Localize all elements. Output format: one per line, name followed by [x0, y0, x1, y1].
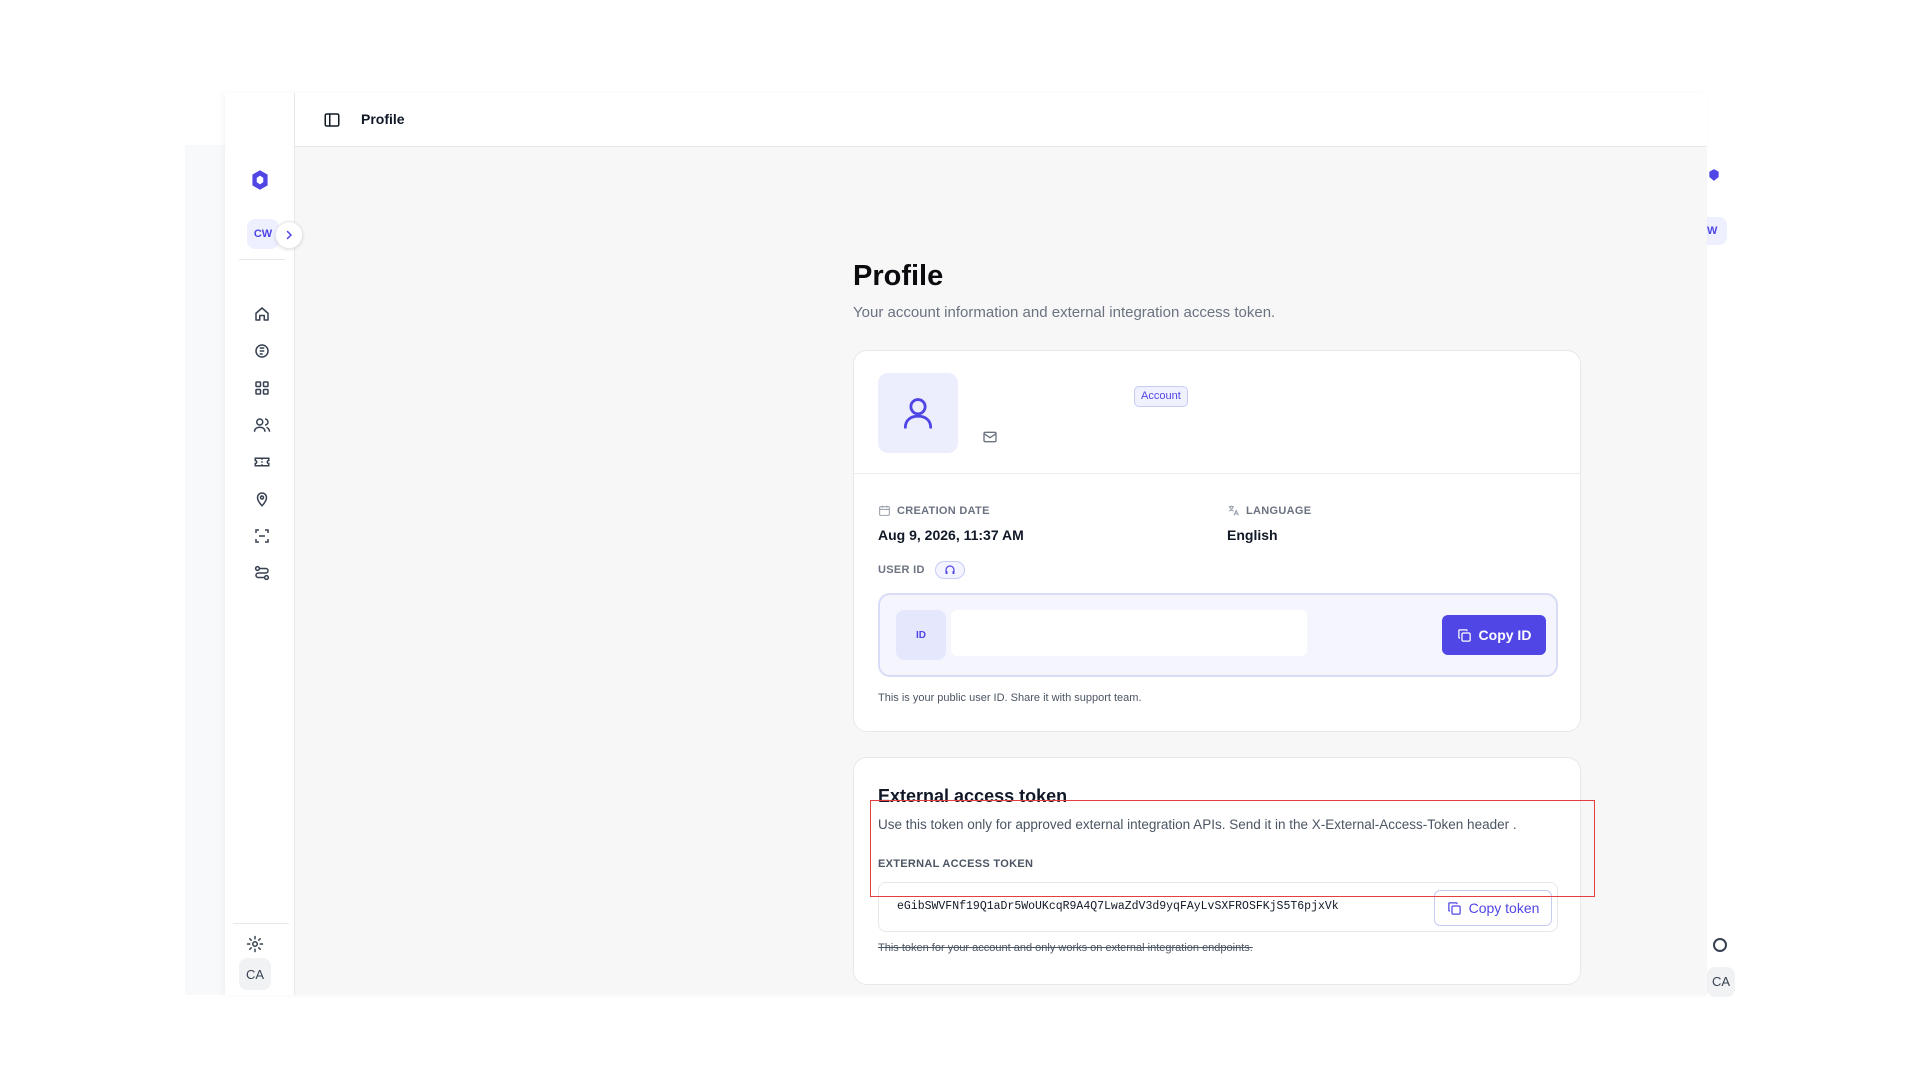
- creation-date-label: CREATION DATE: [878, 504, 990, 517]
- creation-date-label-text: CREATION DATE: [897, 504, 990, 517]
- creation-date-value: Aug 9, 2026, 11:37 AM: [878, 527, 1024, 543]
- avatar: [878, 373, 958, 453]
- dashboard-icon[interactable]: [253, 379, 271, 397]
- user-id-hint: This is your public user ID. Share it wi…: [878, 692, 1142, 704]
- token-value[interactable]: eGibSWVFNf19Q1aDr5WoUKcqR9A4Q7LwaZdV3d9y…: [897, 900, 1339, 913]
- documents-icon[interactable]: [253, 342, 271, 360]
- language-value: English: [1227, 527, 1278, 543]
- chevron-right-icon: [286, 230, 293, 240]
- gear-icon: [1713, 938, 1727, 952]
- user-icon: [903, 398, 933, 429]
- card-divider: [854, 473, 1580, 474]
- mail-icon: [983, 431, 997, 443]
- workspace-badge: W: [1707, 217, 1727, 245]
- copy-id-label: Copy ID: [1478, 627, 1532, 643]
- copy-token-label: Copy token: [1468, 900, 1540, 916]
- page-title: Profile: [853, 260, 944, 292]
- user-id-value[interactable]: [951, 610, 1307, 656]
- topbar: Profile: [295, 93, 1707, 147]
- logo-icon: [252, 170, 268, 190]
- page-subtitle: Your account information and external in…: [853, 304, 1276, 321]
- user-badge: CA: [1707, 967, 1735, 997]
- sidebar-divider: [239, 259, 285, 260]
- sidebar-divider: [233, 923, 289, 924]
- home-icon[interactable]: [253, 305, 271, 323]
- language-label: LANGUAGE: [1227, 504, 1311, 517]
- logo-icon: [1709, 169, 1719, 181]
- gear-icon[interactable]: [246, 935, 264, 953]
- translate-icon: [1228, 505, 1239, 516]
- headset-icon: [945, 565, 955, 574]
- user-id-label: USER ID: [878, 564, 925, 576]
- breadcrumb-title: Profile: [361, 111, 405, 127]
- sidebar-toggle-icon[interactable]: [323, 111, 341, 129]
- sidebar: CW CA: [225, 93, 303, 995]
- user-id-panel: ID Copy ID: [878, 593, 1558, 677]
- background-window-right: W CA: [1707, 145, 1747, 997]
- copy-id-button[interactable]: Copy ID: [1442, 615, 1546, 655]
- copy-icon: [1447, 901, 1461, 915]
- location-icon[interactable]: [253, 490, 271, 508]
- token-note: This token for your account and only wor…: [878, 942, 1253, 954]
- language-label-text: LANGUAGE: [1246, 504, 1312, 517]
- ticket-icon[interactable]: [253, 453, 271, 471]
- copy-icon: [1457, 628, 1471, 642]
- support-chip[interactable]: [935, 561, 965, 579]
- calendar-icon: [879, 505, 890, 516]
- user-avatar-button[interactable]: CA: [239, 958, 271, 990]
- account-card: Account CREATION DATE Aug 9, 2026, 11:37…: [853, 350, 1581, 732]
- users-icon[interactable]: [253, 416, 271, 434]
- account-type-badge: Account: [1134, 386, 1188, 407]
- workflow-icon[interactable]: [253, 564, 271, 582]
- id-chip: ID: [896, 610, 946, 660]
- highlight-box: [870, 800, 1595, 897]
- scan-icon[interactable]: [253, 527, 271, 545]
- background-window-strip: [185, 145, 225, 995]
